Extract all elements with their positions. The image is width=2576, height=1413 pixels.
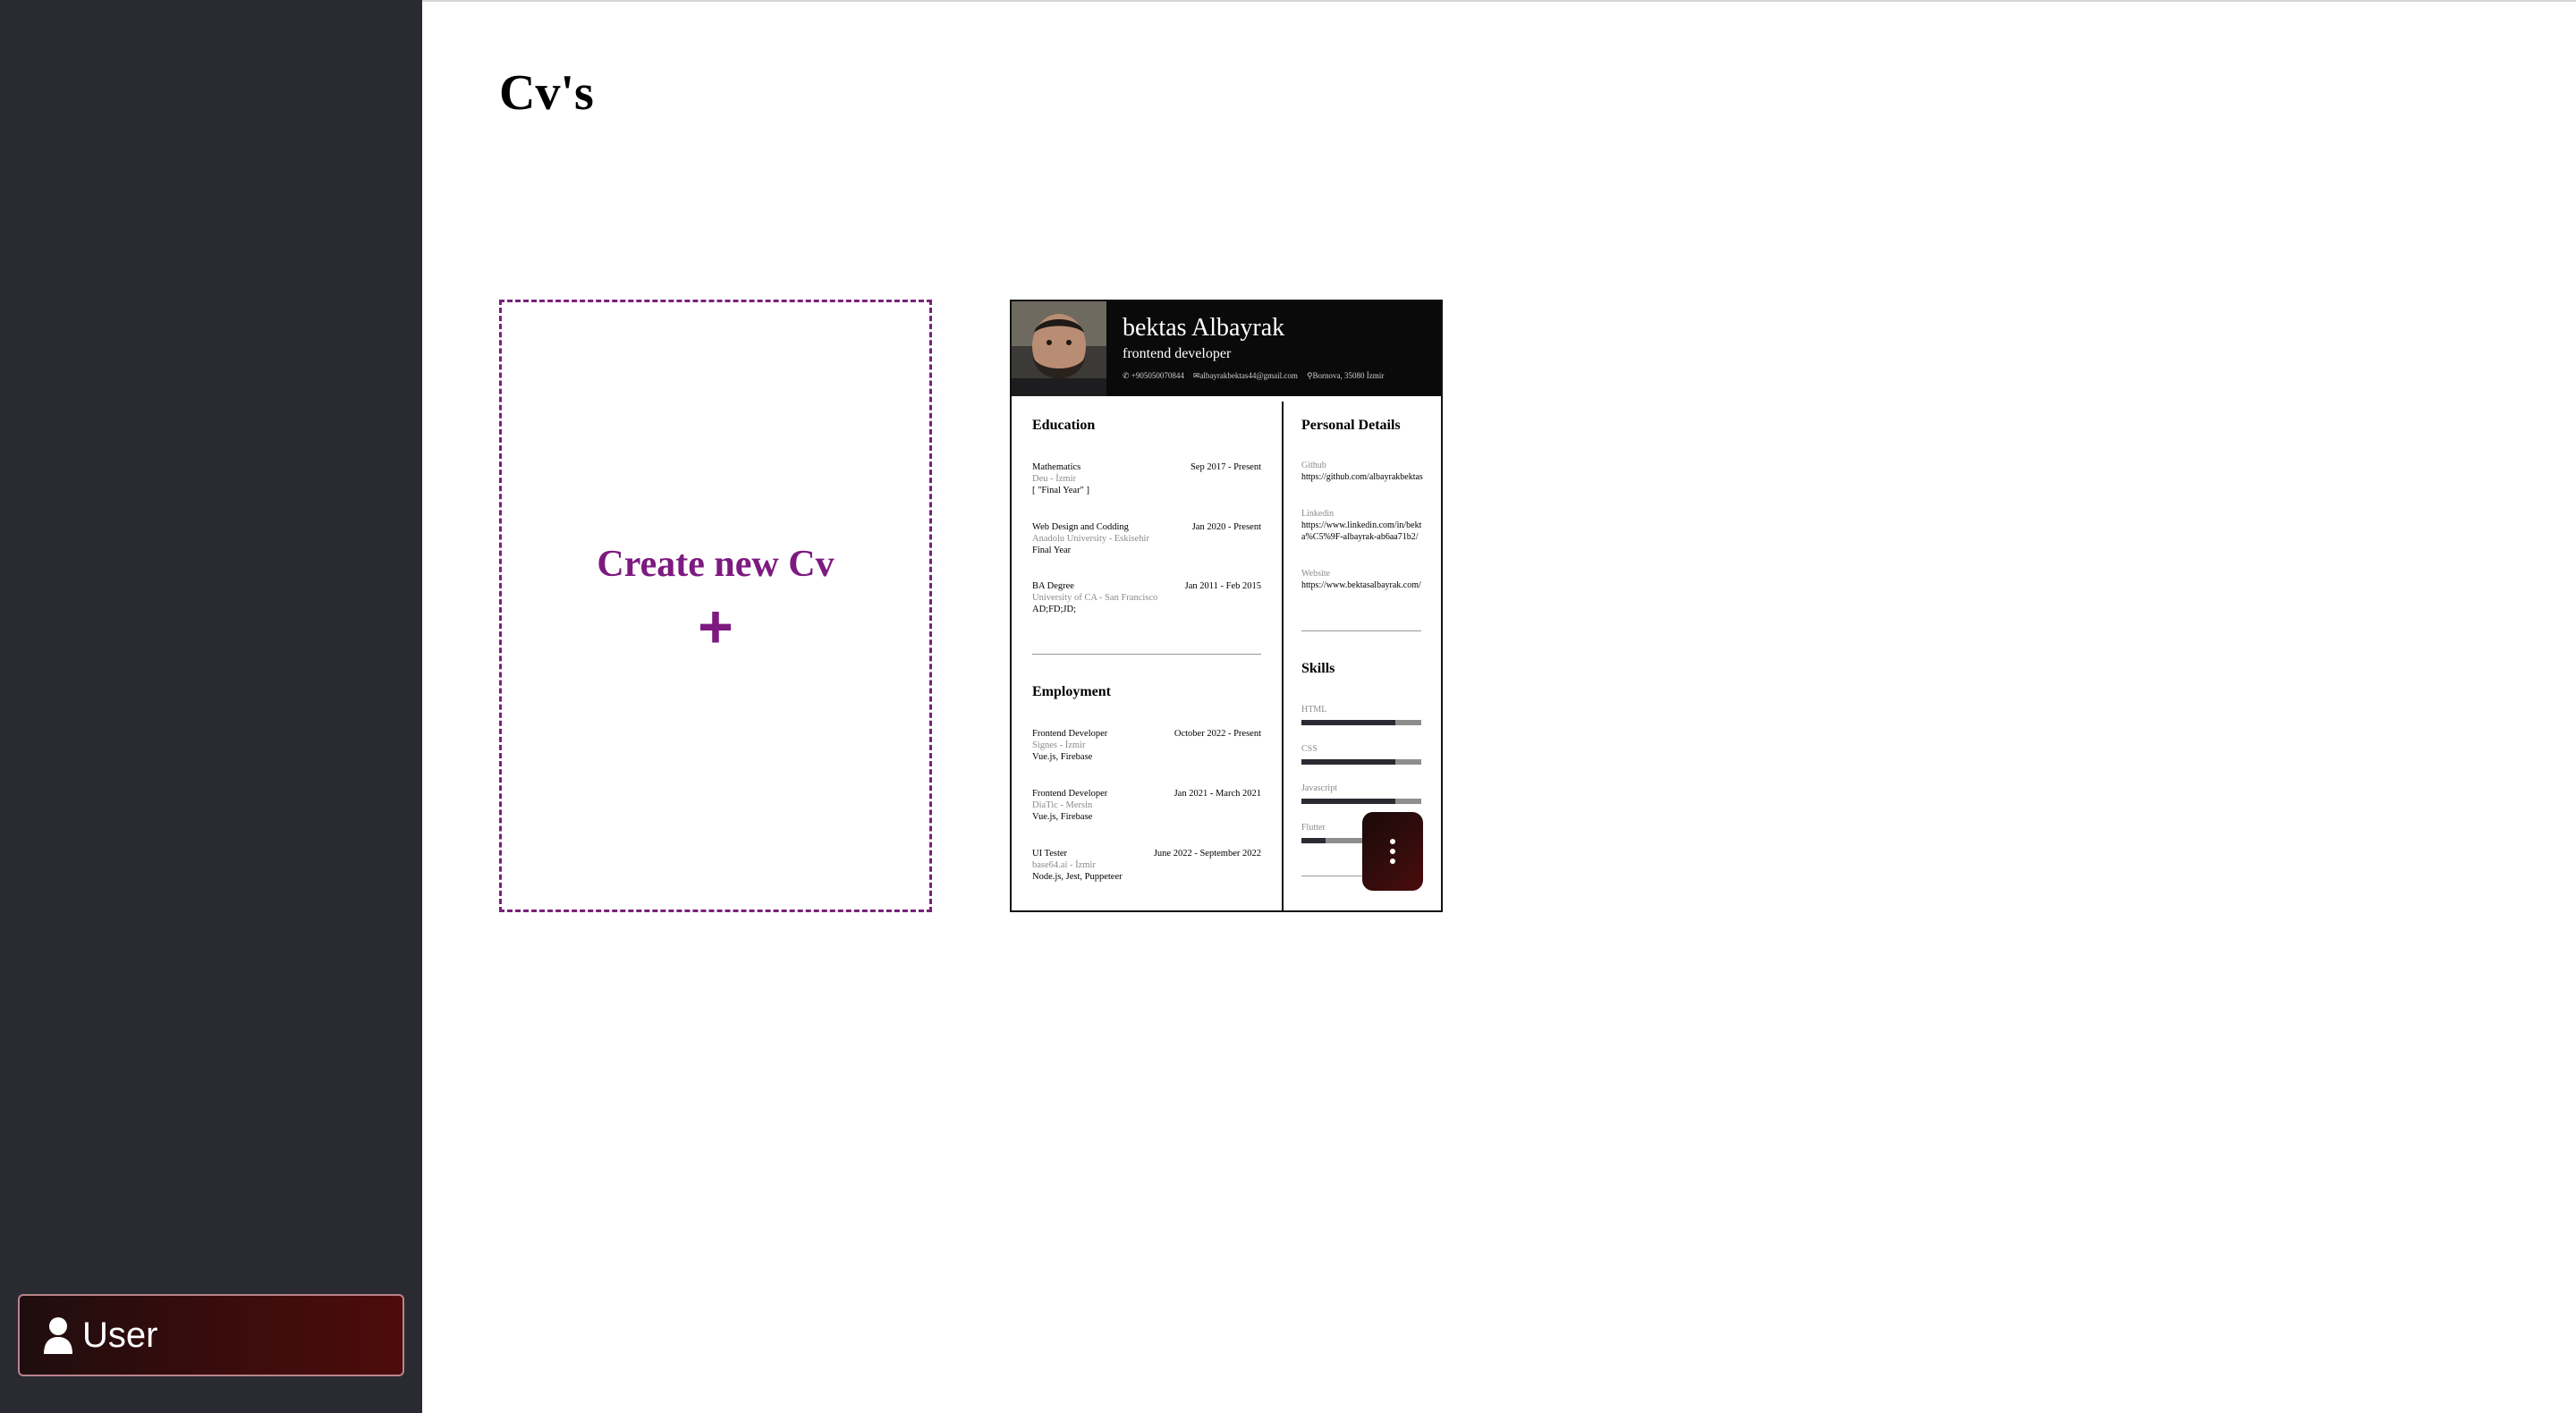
cv-name: bektas Albayrak — [1123, 314, 1285, 342]
employment-entry: Frontend Developer Jan 2021 - March 2021 … — [1032, 789, 1261, 822]
personal-detail-github: Github https://github.com/albayrakbektas — [1301, 461, 1423, 482]
skill-item: CSS — [1301, 744, 1423, 765]
cv-email: ✉albayrakbektas44@gmail.com — [1192, 371, 1298, 380]
employment-entry: UI Tester June 2022 - September 2022 base… — [1032, 849, 1261, 882]
education-entry: BA Degree Jan 2011 - Feb 2015 University … — [1032, 581, 1261, 614]
cv-phone: ✆ +905050070844 — [1123, 371, 1184, 380]
cv-column-divider — [1282, 402, 1284, 910]
user-button-label: User — [82, 1315, 158, 1355]
education-entry: Web Design and Codding Jan 2020 - Present… — [1032, 522, 1261, 555]
phone-icon: ✆ — [1123, 371, 1130, 380]
page-title: Cv's — [499, 65, 594, 121]
skills-title: Skills — [1301, 661, 1335, 676]
personal-detail-linkedin: Linkedin https://www.linkedin.com/in/bek… — [1301, 509, 1422, 542]
user-icon — [44, 1317, 72, 1354]
personal-details-title: Personal Details — [1301, 418, 1401, 433]
user-button[interactable]: User — [18, 1294, 404, 1376]
section-divider — [1301, 630, 1421, 631]
create-cv-card[interactable]: Create new Cv + — [499, 300, 932, 912]
skill-bar — [1301, 799, 1421, 804]
top-divider — [422, 0, 2576, 2]
profile-photo — [1012, 301, 1106, 396]
skill-item: Javascript — [1301, 783, 1423, 804]
skill-bar — [1301, 720, 1421, 725]
education-entry: Mathematics Sep 2017 - Present Deu - İzmi… — [1032, 462, 1261, 495]
cv-location: ⚲Bornova, 35080 İzmir — [1306, 371, 1385, 380]
create-cv-title: Create new Cv — [597, 543, 835, 585]
section-divider — [1032, 654, 1261, 655]
employment-title: Employment — [1032, 684, 1111, 699]
sidebar: User — [0, 0, 422, 1413]
personal-detail-website: Website https://www.bektasalbayrak.com/ — [1301, 569, 1421, 590]
cv-options-button[interactable] — [1362, 812, 1423, 891]
skill-item: HTML — [1301, 705, 1423, 725]
education-title: Education — [1032, 418, 1096, 433]
more-vertical-icon — [1390, 839, 1395, 844]
employment-entry: Frontend Developer October 2022 - Present… — [1032, 729, 1261, 762]
cv-contacts: ✆ +905050070844 ✉albayrakbektas44@gmail.… — [1123, 371, 1384, 381]
cv-header: bektas Albayrak frontend developer ✆ +90… — [1012, 301, 1441, 396]
cv-role: frontend developer — [1123, 346, 1232, 361]
skill-bar — [1301, 759, 1421, 765]
location-pin-icon: ⚲ — [1306, 371, 1313, 380]
plus-icon: + — [698, 592, 733, 661]
